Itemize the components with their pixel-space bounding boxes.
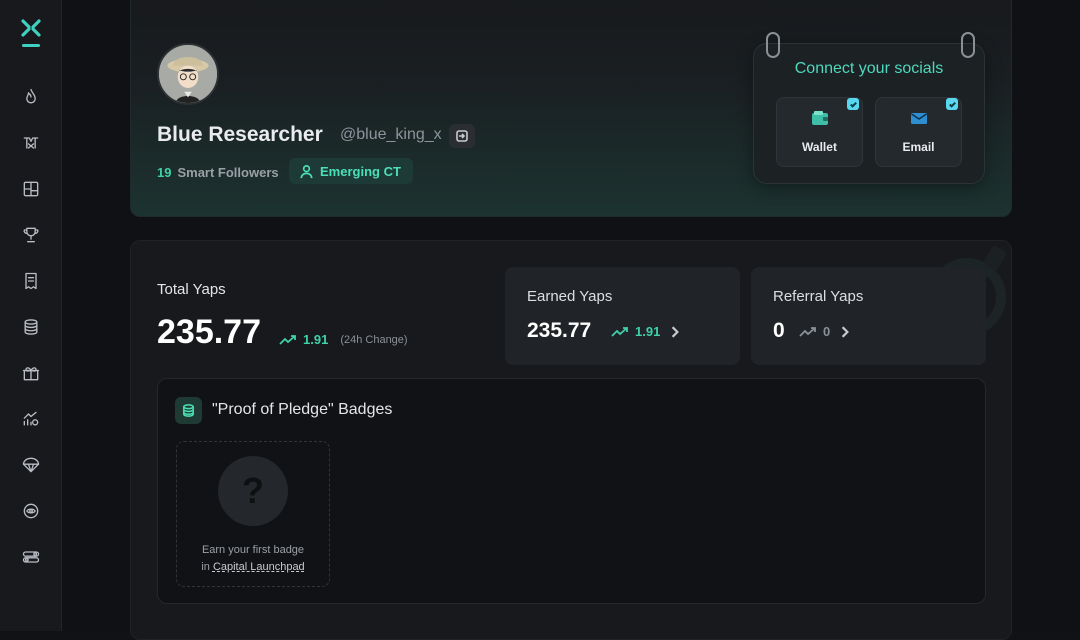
binder-ring-icon bbox=[766, 32, 780, 58]
followers-label: Smart Followers bbox=[177, 165, 279, 180]
yaps-stats-card: Total Yaps 235.77 1.91 (24h Change) Earn… bbox=[130, 240, 1012, 640]
chevron-right-icon bbox=[842, 325, 850, 338]
change-note: (24h Change) bbox=[340, 333, 408, 346]
connect-socials-card: Connect your socials Wallet Email bbox=[753, 32, 985, 184]
total-yaps-label: Total Yaps bbox=[157, 281, 226, 298]
logout-icon bbox=[456, 130, 468, 142]
earn-line-2-prefix: in bbox=[201, 561, 213, 573]
logout-button[interactable] bbox=[449, 124, 475, 148]
trend-up-icon bbox=[799, 326, 816, 337]
empty-badge-slot: ? Earn your first badge in Capital Launc… bbox=[176, 441, 330, 587]
main-content: Blue Researcher @blue_king_x 19 Smart Fol… bbox=[62, 0, 1080, 640]
trend-up-icon bbox=[611, 326, 628, 337]
profile-card: Blue Researcher @blue_king_x 19 Smart Fol… bbox=[130, 0, 1012, 217]
badges-section: "Proof of Pledge" Badges ? Earn your fir… bbox=[157, 378, 986, 604]
gift-icon[interactable] bbox=[19, 361, 43, 385]
referral-yaps-card[interactable]: Referral Yaps 0 0 bbox=[751, 267, 986, 365]
earn-line-1: Earn your first badge bbox=[201, 544, 305, 556]
earn-line-2: in Capital Launchpad bbox=[177, 559, 329, 576]
user-icon bbox=[300, 164, 313, 178]
eye-icon[interactable] bbox=[19, 499, 43, 523]
email-label: Email bbox=[902, 140, 935, 154]
parachute-icon[interactable] bbox=[19, 453, 43, 477]
socials-title: Connect your socials bbox=[794, 60, 944, 77]
x-logo-icon[interactable] bbox=[20, 18, 42, 48]
total-change-value: 1.91 bbox=[303, 332, 329, 347]
followers-count: 19 bbox=[157, 165, 172, 180]
wallet-button[interactable]: Wallet bbox=[776, 97, 863, 167]
binder-ring-icon bbox=[961, 32, 975, 58]
badges-coins-icon bbox=[175, 397, 202, 424]
email-button[interactable]: Email bbox=[875, 97, 962, 167]
referral-change-value: 0 bbox=[823, 324, 831, 339]
earned-change-value: 1.91 bbox=[635, 324, 661, 339]
coins-icon[interactable] bbox=[19, 315, 43, 339]
check-icon bbox=[847, 98, 859, 110]
capital-launchpad-link[interactable]: Capital Launchpad bbox=[213, 561, 305, 573]
wallet-label: Wallet bbox=[802, 140, 837, 154]
total-yaps-change: 1.91 (24h Change) bbox=[279, 332, 408, 347]
wallet-icon bbox=[812, 111, 828, 125]
earned-yaps-label: Earned Yaps bbox=[527, 288, 613, 305]
profile-name: Blue Researcher bbox=[157, 123, 323, 146]
emerging-ct-label: Emerging CT bbox=[320, 163, 401, 179]
question-mark-icon: ? bbox=[218, 456, 288, 526]
trend-up-icon bbox=[279, 334, 296, 345]
fire-icon[interactable] bbox=[19, 85, 43, 109]
trophy-icon[interactable] bbox=[19, 223, 43, 247]
settings-icon[interactable] bbox=[19, 545, 43, 569]
earned-yaps-value: 235.77 bbox=[527, 319, 592, 342]
referral-yaps-change: 0 bbox=[799, 324, 854, 339]
total-yaps-value: 235.77 bbox=[157, 313, 261, 351]
chart-icon[interactable] bbox=[19, 407, 43, 431]
avatar bbox=[157, 43, 219, 105]
earned-yaps-card[interactable]: Earned Yaps 235.77 1.91 bbox=[505, 267, 740, 365]
smart-followers: 19 Smart Followers bbox=[157, 165, 279, 180]
sidebar bbox=[0, 0, 62, 631]
email-icon bbox=[911, 113, 927, 124]
referral-yaps-label: Referral Yaps bbox=[773, 288, 864, 305]
emerging-ct-badge: Emerging CT bbox=[289, 158, 413, 184]
profile-handle: @blue_king_x bbox=[340, 126, 442, 143]
earn-badge-text: Earn your first badge in Capital Launchp… bbox=[177, 542, 329, 576]
chevron-right-icon bbox=[672, 325, 680, 338]
badges-title: "Proof of Pledge" Badges bbox=[212, 401, 393, 418]
referral-yaps-value: 0 bbox=[773, 319, 785, 342]
check-icon bbox=[946, 98, 958, 110]
earned-yaps-change: 1.91 bbox=[611, 324, 684, 339]
mindshare-icon[interactable] bbox=[19, 131, 43, 155]
document-icon[interactable] bbox=[19, 269, 43, 293]
dashboard-icon[interactable] bbox=[19, 177, 43, 201]
